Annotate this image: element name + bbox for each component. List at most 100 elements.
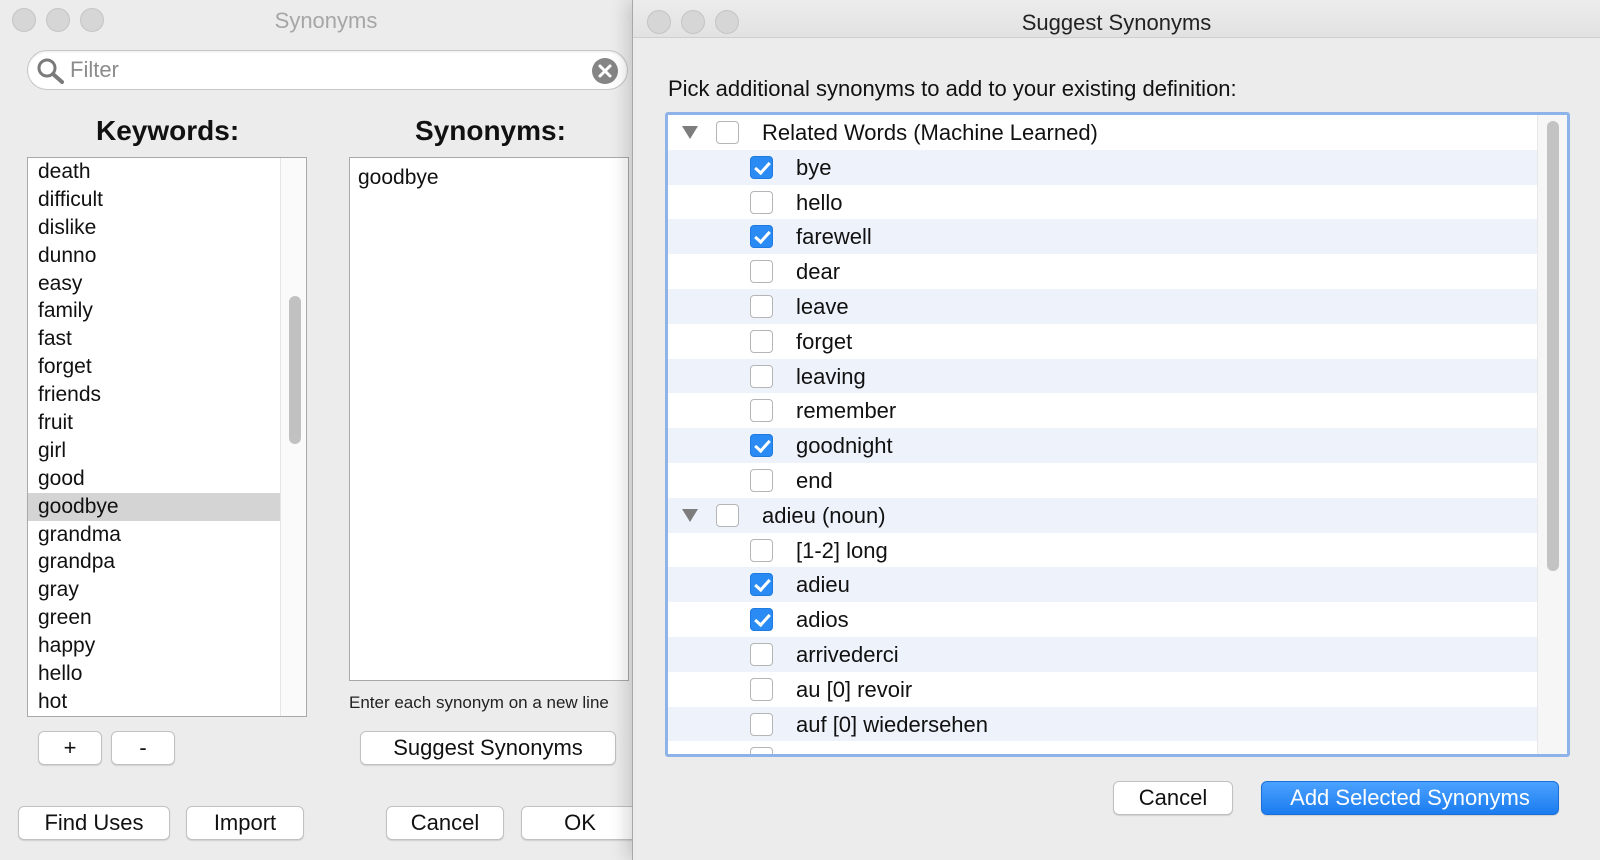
tree-item-row[interactable]: forget [668,324,1540,359]
group-label: Related Words (Machine Learned) [762,120,1098,145]
dialog-title: Suggest Synonyms [1021,10,1212,35]
keyword-list-item[interactable]: grandpa [28,548,280,576]
suggest-synonyms-button[interactable]: Suggest Synonyms [360,731,616,765]
tree-item-row[interactable]: adios [668,602,1540,637]
import-button[interactable]: Import [186,806,304,840]
synonym-label: remember [796,398,897,424]
synonym-label: farewell [796,224,872,250]
tree-item-row[interactable]: end [668,463,1540,498]
tree-item-row[interactable]: farewell [668,219,1540,255]
add-selected-synonyms-button[interactable]: Add Selected Synonyms [1261,781,1559,815]
filter-input[interactable] [68,55,608,85]
synonym-checkbox[interactable] [716,121,739,144]
keyword-list-item[interactable]: family [28,297,280,325]
synonym-checkbox[interactable] [716,503,739,527]
remove-keyword-button[interactable]: - [111,731,175,765]
tree-item-row[interactable]: arrivederci [668,637,1540,672]
filter-field[interactable] [27,50,628,90]
find-uses-button[interactable]: Find Uses [18,806,170,840]
tree-item-row[interactable]: leaving [668,358,1540,394]
synonym-label: arrivederci [796,642,899,667]
synonyms-textarea[interactable]: goodbye [349,157,629,681]
synonym-label: leave [796,294,849,319]
synonym-label: bye [796,154,832,180]
tree-item-row[interactable]: bye [668,149,1540,185]
synonym-checkbox[interactable] [750,712,773,736]
disclosure-triangle-icon[interactable] [682,126,698,139]
tree-scroll-thumb[interactable] [1547,121,1559,571]
synonym-checkbox[interactable] [750,538,773,562]
keyword-list-item[interactable]: fast [28,325,280,353]
tree-scrollbar[interactable] [1537,115,1567,754]
keywords-scrollbar[interactable] [280,158,306,716]
synonym-checkbox[interactable] [750,329,773,353]
synonyms-hint: Enter each synonym on a new line [349,693,609,712]
synonym-checkbox[interactable] [750,677,773,701]
cancel-button[interactable]: Cancel [386,806,504,840]
synonym-label: auf [0] wiedersehen [796,711,989,737]
dialog-cancel-button[interactable]: Cancel [1113,781,1233,815]
synonym-checkbox[interactable] [750,295,773,318]
tree-item-row[interactable]: adieu [668,567,1540,603]
tree-item-row[interactable]: [1-2] long [668,533,1540,568]
group-label: adieu (noun) [762,502,886,528]
tree-item-row[interactable]: hello [668,185,1540,220]
synonym-label: forget [796,328,853,354]
keyword-list-item[interactable]: girl [28,437,280,465]
keyword-list-item[interactable]: difficult [28,186,280,214]
keyword-list-item[interactable]: forget [28,353,280,381]
synonym-label: hello [796,189,843,215]
disclosure-triangle-icon[interactable] [682,508,698,522]
synonym-tree[interactable]: Related Words (Machine Learned) bye hello f… [665,112,1570,757]
synonyms-window: Synonyms Keywords: Synonyms: deathdiffic… [0,0,640,860]
keyword-list-item[interactable]: happy [28,632,280,660]
tree-item-row[interactable]: dear [668,254,1540,289]
keyword-list-item[interactable]: death [28,158,280,186]
synonym-checkbox[interactable] [750,399,773,423]
keyword-list-item[interactable]: goodbye [28,492,280,521]
synonyms-heading: Synonyms: [415,115,566,146]
dialog-titlebar: Suggest Synonyms [633,0,1600,38]
tree-item-row[interactable]: goodnight [668,428,1540,463]
keywords-scroll-thumb[interactable] [289,296,301,444]
synonym-label: end [796,468,833,493]
synonym-checkbox[interactable] [750,155,773,179]
keyword-list-item[interactable]: friends [28,381,280,409]
synonym-checkbox[interactable] [750,225,773,249]
synonym-checkbox[interactable] [750,573,773,597]
synonym-checkbox[interactable] [750,434,773,458]
clear-search-icon[interactable] [591,57,619,85]
tree-item-row[interactable]: leave [668,289,1540,324]
synonym-checkbox[interactable] [750,260,773,284]
keyword-list-item[interactable]: good [28,465,280,493]
add-keyword-button[interactable]: + [38,731,102,765]
search-icon [37,58,64,84]
synonym-checkbox[interactable] [750,747,773,754]
synonym-checkbox[interactable] [750,643,773,666]
synonym-checkbox[interactable] [750,469,773,492]
keyword-list-item[interactable]: gray [28,576,280,604]
tree-group-row[interactable]: Related Words (Machine Learned) [668,115,1540,150]
tree-item-row[interactable]: au [0] revoir [668,672,1540,707]
keyword-list-item[interactable]: hello [28,660,280,688]
keyword-list-item[interactable]: green [28,604,280,632]
synonym-checkbox[interactable] [750,608,773,632]
keyword-list-item[interactable]: fruit [28,409,280,437]
dialog-prompt: Pick additional synonyms to add to your … [668,76,1237,101]
ok-button[interactable]: OK [521,806,639,840]
keyword-list-item[interactable]: grandma [28,521,280,549]
keyword-list-item[interactable]: dunno [28,242,280,270]
keyword-list-item[interactable]: hot [28,688,280,716]
synonym-label: adios [796,607,849,633]
synonym-checkbox[interactable] [750,364,773,388]
keyword-list-item[interactable]: dislike [28,214,280,242]
synonym-label: [1-2] long [796,537,888,563]
keywords-list[interactable]: death difficult dislike dunno easy family fast… [27,157,307,717]
keyword-list-item[interactable]: easy [28,270,280,298]
synonym-checkbox[interactable] [750,190,773,214]
tree-item-row[interactable]: remember [668,393,1540,428]
tree-item-row[interactable] [668,741,1540,754]
tree-group-row[interactable]: adieu (noun) [668,497,1540,533]
tree-item-row[interactable]: auf [0] wiedersehen [668,706,1540,742]
suggest-synonyms-dialog: Suggest Synonyms Pick additional synonym… [632,0,1600,860]
